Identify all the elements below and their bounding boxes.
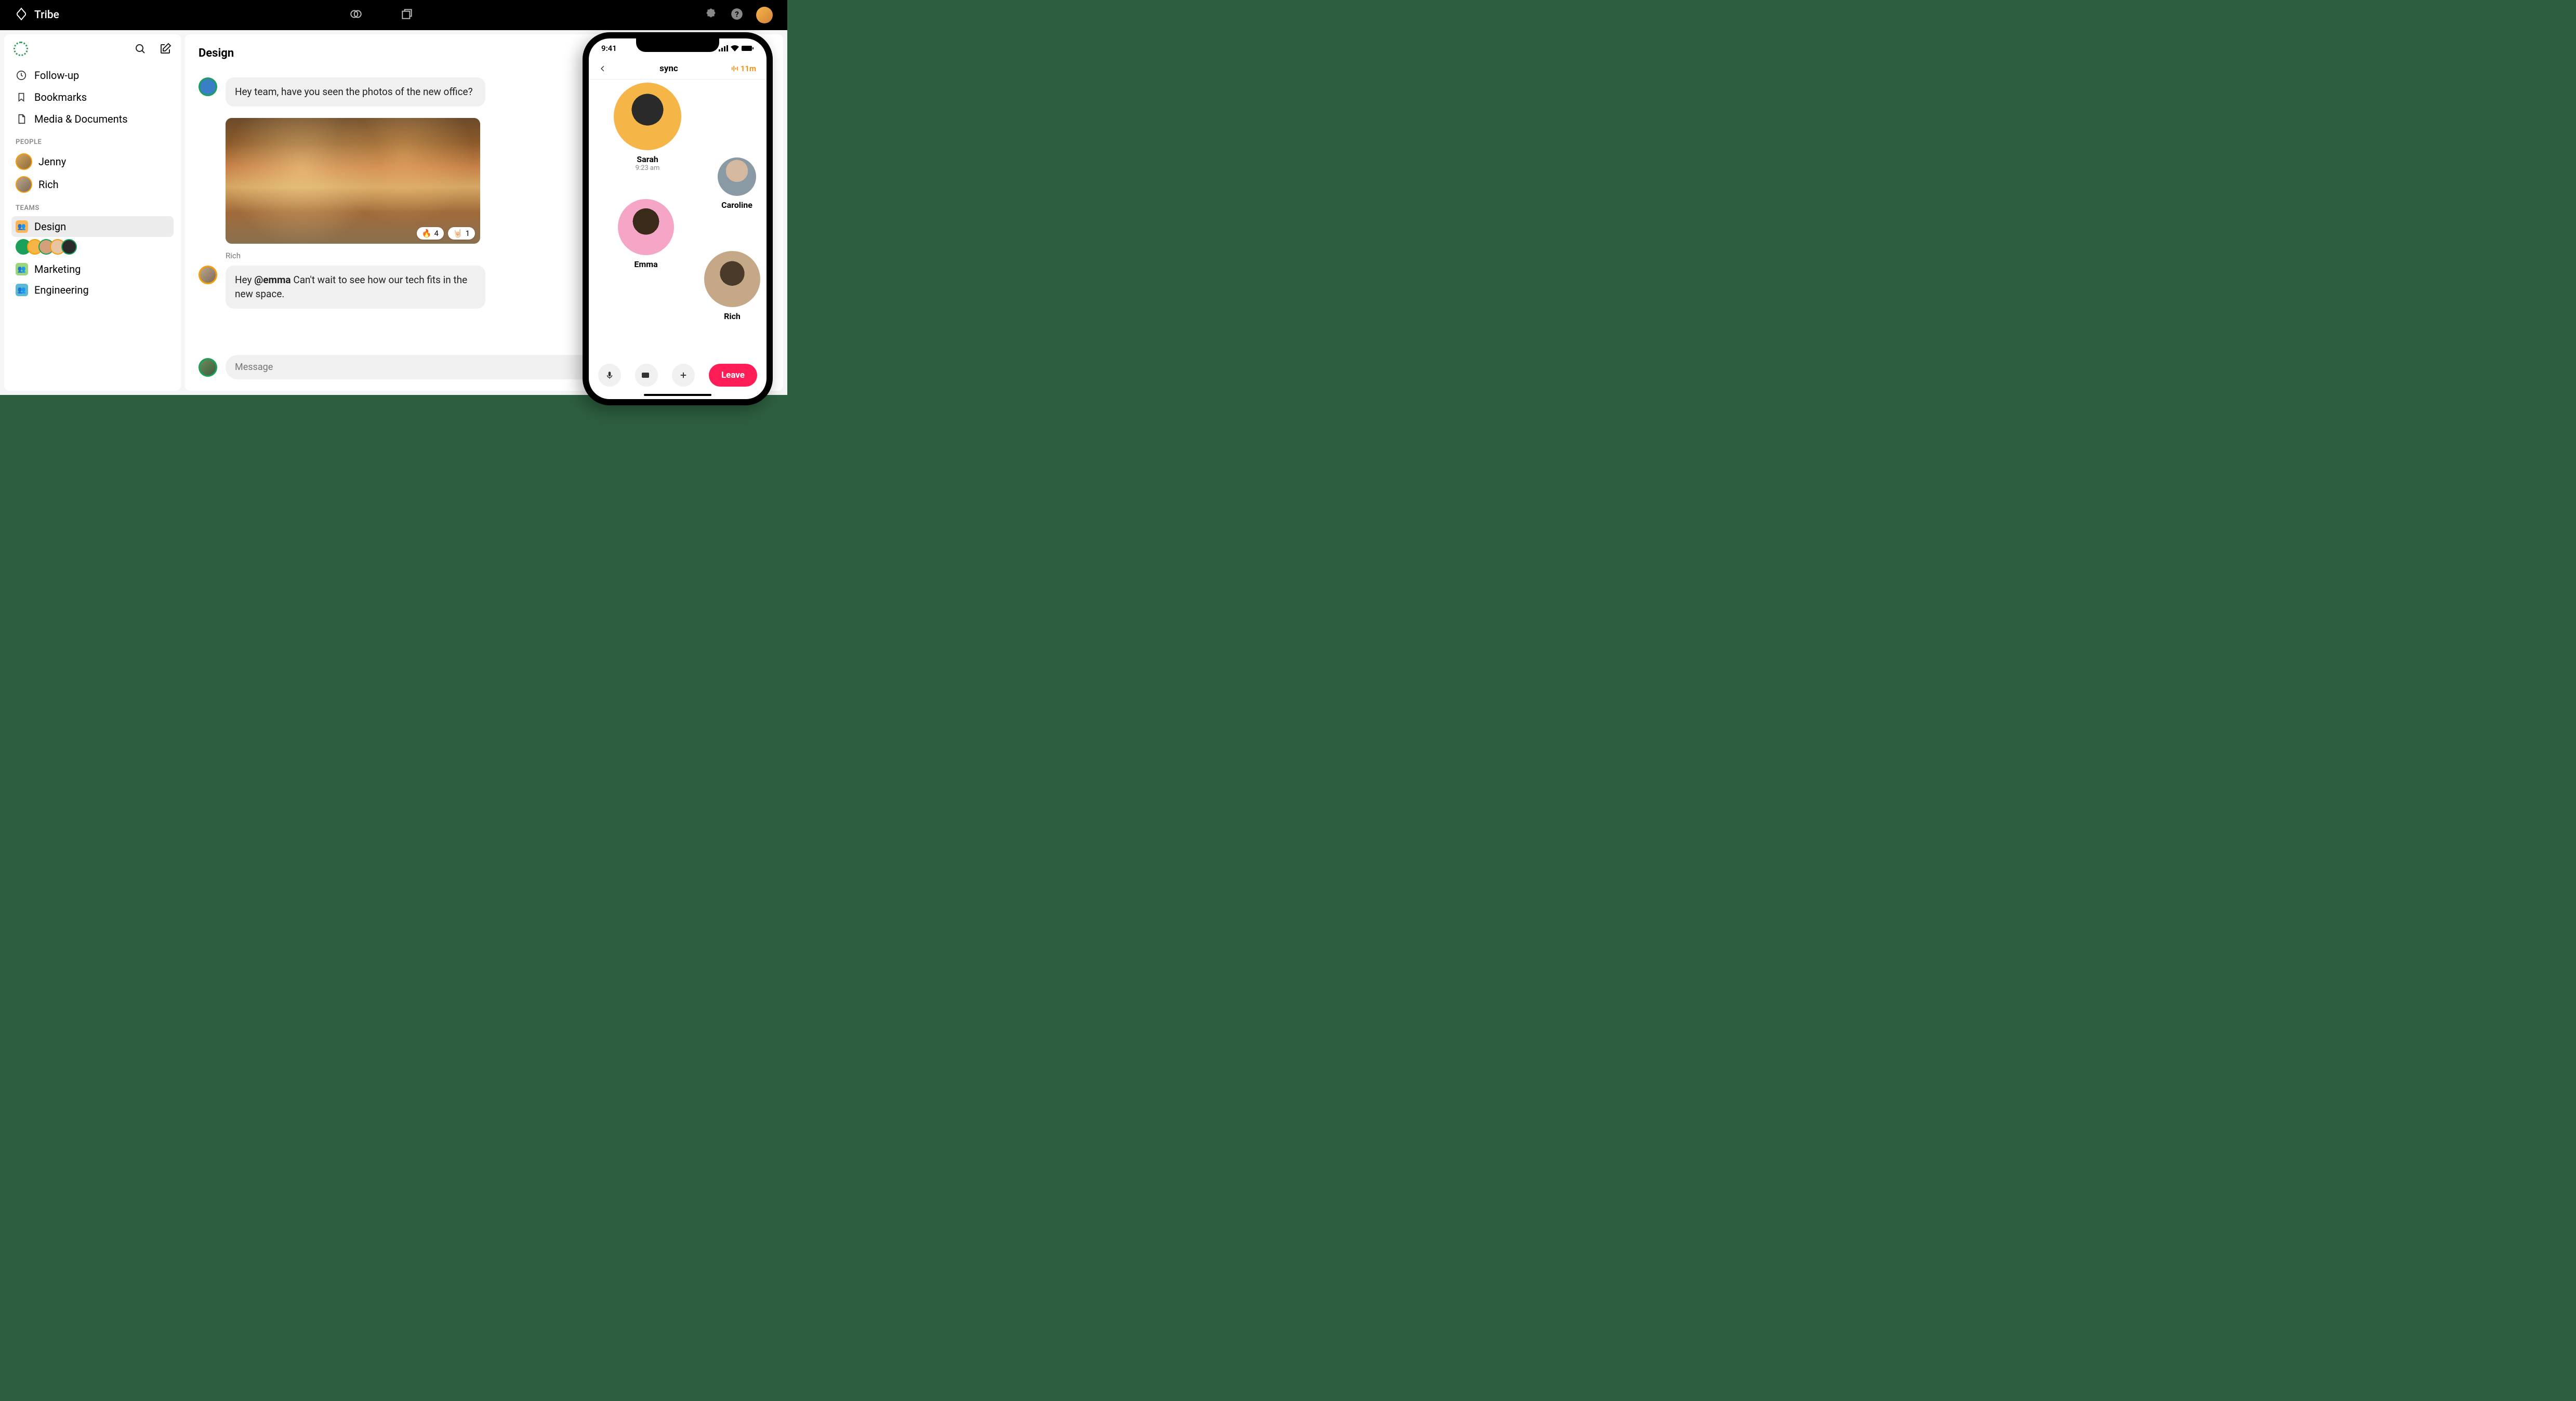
phone-mockup: 9:41 sync 11m Sarah 9:23 am Caro bbox=[583, 32, 773, 405]
nav-media[interactable]: Media & Documents bbox=[11, 108, 174, 130]
avatar bbox=[16, 176, 32, 193]
settings-icon[interactable] bbox=[704, 7, 718, 23]
wifi-icon bbox=[731, 45, 739, 51]
sync-title: sync bbox=[606, 63, 731, 74]
participant-name: Rich bbox=[704, 311, 760, 321]
circles-icon[interactable] bbox=[349, 7, 363, 23]
team-badge-icon: 👥 bbox=[16, 263, 28, 275]
sidebar: Follow-up Bookmarks Media & Documents PE… bbox=[4, 34, 181, 391]
participant-time: 9:23 am bbox=[614, 164, 681, 172]
message-author: Rich bbox=[226, 251, 241, 260]
loading-spinner-icon bbox=[14, 42, 28, 56]
participant-name: Caroline bbox=[718, 200, 756, 210]
team-name: Marketing bbox=[34, 263, 81, 275]
team-name: Design bbox=[34, 220, 66, 233]
message-avatar[interactable] bbox=[199, 77, 217, 96]
team-engineering[interactable]: 👥 Engineering bbox=[11, 280, 174, 300]
team-members-stack[interactable] bbox=[11, 237, 174, 259]
back-icon[interactable] bbox=[599, 65, 606, 72]
cards-icon[interactable] bbox=[400, 7, 414, 23]
mic-button[interactable] bbox=[598, 364, 621, 387]
team-badge-icon: 👥 bbox=[16, 284, 28, 296]
logo[interactable]: Tribe bbox=[15, 7, 59, 23]
audio-bars-icon bbox=[731, 65, 738, 72]
status-time: 9:41 bbox=[601, 44, 617, 53]
avatar bbox=[614, 83, 681, 150]
avatar bbox=[704, 251, 760, 307]
emoji: 🔥 bbox=[422, 229, 432, 238]
nav-label: Bookmarks bbox=[34, 91, 87, 103]
profile-avatar[interactable] bbox=[756, 7, 773, 23]
nav-label: Follow-up bbox=[34, 69, 79, 82]
team-badge-icon: 👥 bbox=[16, 220, 28, 233]
message-bubble: Hey team, have you seen the photos of th… bbox=[226, 77, 485, 107]
person-name: Rich bbox=[38, 178, 59, 191]
person-rich[interactable]: Rich bbox=[11, 173, 174, 196]
app-name: Tribe bbox=[34, 9, 59, 21]
reaction-fire[interactable]: 🔥 4 bbox=[417, 227, 444, 240]
sync-header: sync 11m bbox=[589, 58, 767, 80]
home-indicator[interactable] bbox=[644, 394, 711, 396]
person-name: Jenny bbox=[38, 155, 66, 168]
help-icon[interactable]: ? bbox=[730, 7, 744, 23]
team-marketing[interactable]: 👥 Marketing bbox=[11, 259, 174, 280]
emoji: 🤘🏻 bbox=[453, 229, 463, 238]
signal-icon bbox=[719, 45, 728, 51]
participant-caroline[interactable]: Caroline bbox=[718, 157, 756, 210]
person-jenny[interactable]: Jenny bbox=[11, 150, 174, 173]
participant-name: Emma bbox=[618, 259, 674, 269]
battery-icon bbox=[742, 45, 754, 51]
reaction-rock[interactable]: 🤘🏻 1 bbox=[448, 227, 475, 240]
search-icon[interactable] bbox=[134, 43, 147, 55]
svg-text:?: ? bbox=[735, 9, 739, 19]
avatar bbox=[16, 153, 32, 170]
participant-rich[interactable]: Rich bbox=[704, 251, 760, 321]
message-bubble: Hey @emma Can't wait to see how our tech… bbox=[226, 266, 485, 309]
logo-icon bbox=[15, 7, 28, 23]
participant-sarah[interactable]: Sarah 9:23 am bbox=[614, 83, 681, 172]
team-design[interactable]: 👥 Design bbox=[11, 216, 174, 237]
channel-title: Design bbox=[199, 47, 234, 60]
count: 1 bbox=[466, 229, 470, 238]
nav-bookmarks[interactable]: Bookmarks bbox=[11, 86, 174, 108]
compose-icon[interactable] bbox=[159, 43, 171, 55]
mention[interactable]: @emma bbox=[254, 274, 290, 286]
video-button[interactable] bbox=[635, 364, 658, 387]
composer-avatar[interactable] bbox=[199, 358, 217, 377]
participants-grid: Sarah 9:23 am Caroline Emma Rich bbox=[589, 80, 767, 356]
message-avatar[interactable] bbox=[199, 266, 217, 284]
count: 4 bbox=[434, 229, 438, 238]
nav-label: Media & Documents bbox=[34, 113, 128, 125]
add-button[interactable] bbox=[672, 364, 695, 387]
call-controls: Leave bbox=[589, 356, 767, 399]
section-teams-label: TEAMS bbox=[11, 196, 174, 216]
leave-button[interactable]: Leave bbox=[709, 364, 757, 387]
avatar bbox=[718, 157, 756, 196]
phone-notch bbox=[636, 38, 719, 52]
section-people-label: PEOPLE bbox=[11, 130, 174, 150]
nav-followup[interactable]: Follow-up bbox=[11, 64, 174, 86]
message-image[interactable]: 🔥 4 🤘🏻 1 bbox=[226, 118, 480, 244]
mini-avatar bbox=[61, 239, 77, 255]
participant-name: Sarah bbox=[614, 154, 681, 164]
topbar: Tribe ? bbox=[0, 0, 787, 30]
team-name: Engineering bbox=[34, 284, 89, 296]
avatar bbox=[618, 199, 674, 255]
participant-emma[interactable]: Emma bbox=[618, 199, 674, 269]
sync-timer: 11m bbox=[731, 64, 756, 73]
